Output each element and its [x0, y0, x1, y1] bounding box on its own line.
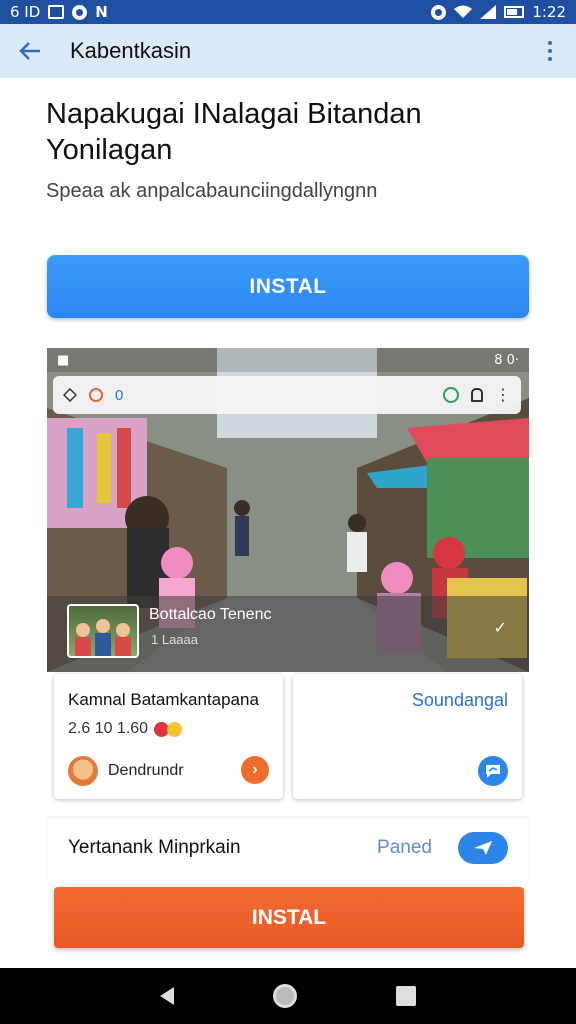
app-bar: Kabentkasin [0, 24, 576, 78]
preview-refresh-icon [443, 387, 459, 403]
share-row-status: Paned [377, 837, 432, 858]
nav-home-icon[interactable] [272, 984, 297, 1008]
avatar [68, 756, 98, 786]
preview-caption-subtitle: 1 Laaaa [151, 632, 198, 647]
app-subtitle: Speaa ak anpalcabaunciingdallyngnn [46, 180, 378, 202]
review-card-left[interactable]: Kamnal Batamkantapana 2.6 10 1.60 Dendru… [54, 674, 283, 799]
preview-toolbar-text: 0 [115, 386, 124, 404]
back-arrow-icon[interactable] [16, 37, 44, 65]
smile-emoji-icon [167, 721, 183, 737]
signal-icon [480, 5, 497, 19]
install-button-bottom[interactable]: INSTAL [54, 887, 524, 948]
photo-notification-icon [48, 5, 65, 19]
preview-more-icon: ⋮ [495, 387, 511, 404]
app-headline: Napakugai INalagai Bitandan Yonilagan [46, 98, 422, 166]
status-bar-left: 6 ID N [10, 3, 108, 21]
nav-back-icon[interactable] [159, 987, 174, 1005]
preview-status-right: 8 0· [494, 352, 519, 368]
vpn-notification-icon [72, 4, 88, 20]
install-button-top[interactable]: INSTAL [47, 255, 529, 318]
preview-diamond-icon [63, 388, 77, 402]
battery-icon [504, 6, 525, 18]
preview-thumbnail [67, 604, 139, 658]
review-card-right[interactable]: Soundangal [293, 674, 522, 799]
status-bar: 6 ID N 1:22 [0, 0, 576, 24]
preview-bell-icon [471, 388, 483, 402]
chevron-right-icon[interactable]: › [241, 756, 269, 784]
card-right-title: Soundangal [411, 690, 508, 710]
card-left-title: Kamnal Batamkantapana [68, 690, 259, 709]
send-button[interactable] [458, 832, 508, 864]
message-icon[interactable] [478, 756, 508, 786]
preview-status-bar: ■ 8 0· [47, 348, 529, 372]
preview-caption-title: Bottalcao Tenenc [149, 606, 272, 623]
status-time: 1:22 [532, 3, 566, 21]
send-icon [474, 841, 492, 855]
wifi-icon [454, 5, 473, 18]
status-bar-right: 1:22 [431, 3, 566, 21]
preview-lock-icon: ■ [57, 352, 70, 368]
author-name: Dendrundr [108, 762, 184, 779]
preview-circle-icon [89, 388, 103, 402]
preview-toolbar: 0 ⋮ [53, 376, 521, 414]
nav-recents-icon[interactable] [396, 986, 417, 1006]
app-screenshot-preview[interactable]: ■ 8 0· 0 ⋮ Bottalcao Tenenc 1 Laaaa ✓ [47, 348, 529, 672]
check-icon: ✓ [493, 620, 507, 637]
card-left-meta-text: 2.6 10 1.60 [68, 720, 149, 737]
system-nav-bar [0, 968, 576, 1024]
more-vert-icon[interactable] [540, 37, 560, 65]
alarm-icon [431, 4, 447, 20]
share-row-label: Yertanank Minprkain [68, 837, 241, 858]
share-row: Yertanank Minprkain Paned [48, 818, 528, 878]
card-left-meta: 2.6 10 1.60 [68, 720, 183, 738]
app-bar-title: Kabentkasin [70, 38, 192, 63]
status-left-text: 6 ID [10, 3, 41, 21]
n-notification-icon: N [95, 3, 108, 21]
